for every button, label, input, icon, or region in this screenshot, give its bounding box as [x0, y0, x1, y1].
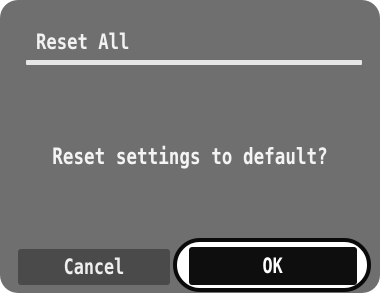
dialog-title: Reset All	[36, 30, 130, 54]
cancel-button-label: Cancel	[63, 255, 125, 279]
camera-screen: Reset All Reset settings to default? Can…	[0, 0, 380, 298]
ok-button-label: OK	[262, 254, 284, 278]
reset-all-dialog: Reset All Reset settings to default? Can…	[0, 0, 380, 293]
ok-button[interactable]: OK	[189, 247, 357, 285]
cancel-button[interactable]: Cancel	[18, 249, 170, 285]
title-divider	[26, 60, 362, 65]
dialog-message: Reset settings to default?	[52, 145, 328, 170]
